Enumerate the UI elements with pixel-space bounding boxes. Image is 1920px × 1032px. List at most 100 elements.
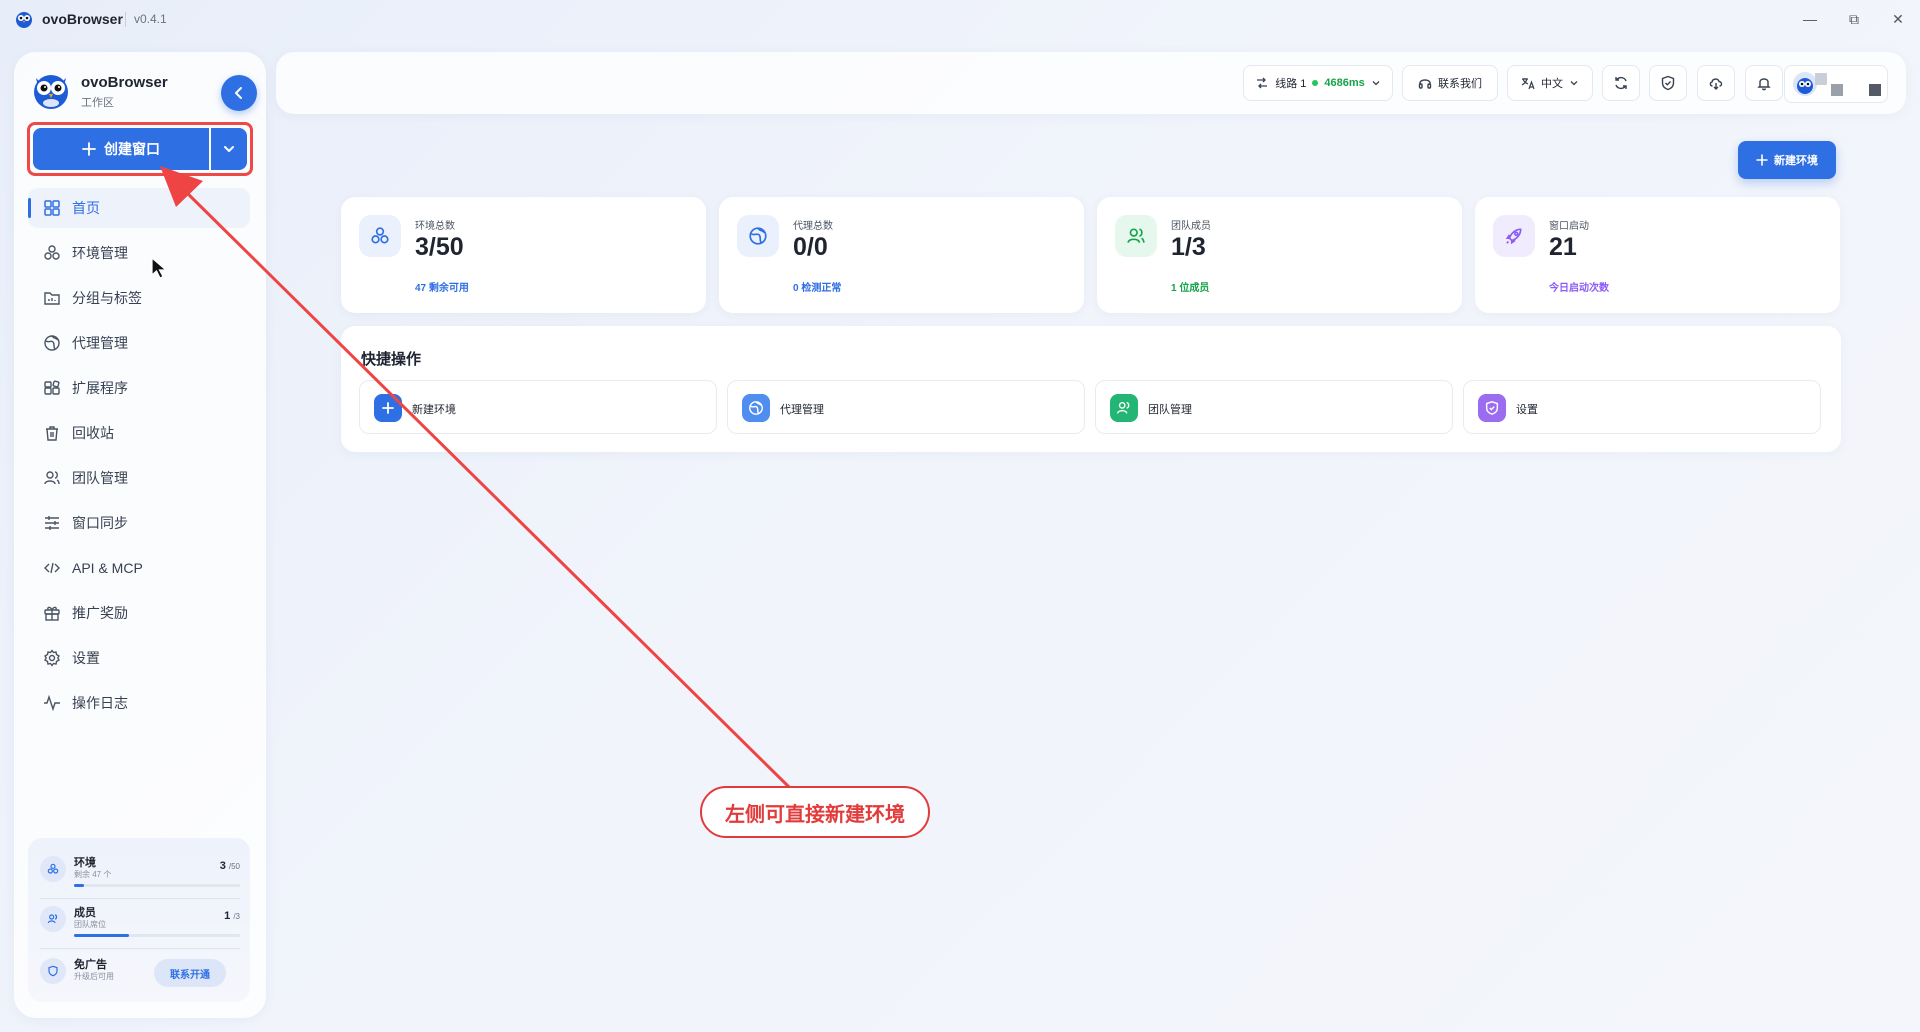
sidebar-item-referral[interactable]: 推广奖励: [28, 593, 250, 633]
refresh-button[interactable]: [1602, 65, 1640, 101]
collapse-sidebar-button[interactable]: [221, 75, 257, 111]
sidebar-item-proxies[interactable]: 代理管理: [28, 323, 250, 363]
sidebar-item-window-sync[interactable]: 窗口同步: [28, 503, 250, 543]
app-logo-icon: [16, 12, 32, 28]
quick-action-new-environment[interactable]: 新建环境: [359, 380, 717, 434]
usage-env-title: 环境: [74, 857, 96, 869]
title-bar: ovoBrowser v0.4.1 — ⧉ ✕: [0, 0, 1920, 38]
users-icon: [1110, 394, 1138, 422]
users-icon: [1115, 215, 1157, 257]
cloud-sync-button[interactable]: [1697, 65, 1735, 101]
stat-card-environments[interactable]: 环境总数 3/50 47 剩余可用: [341, 197, 706, 313]
minimize-button[interactable]: —: [1796, 8, 1824, 30]
mouse-cursor-icon: [151, 256, 168, 279]
create-window-dropdown[interactable]: [211, 128, 247, 170]
security-button[interactable]: [1649, 65, 1687, 101]
sidebar-item-label: 首页: [72, 200, 100, 216]
stat-card-team[interactable]: 团队成员 1/3 1 位成员: [1097, 197, 1462, 313]
avatar-placeholder-block: [1831, 84, 1843, 96]
usage-members-sub: 团队席位: [74, 920, 106, 929]
usage-divider: [40, 948, 240, 949]
usage-env-fill: [74, 884, 84, 887]
sidebar-item-logs[interactable]: 操作日志: [28, 683, 250, 723]
shield-icon: [1478, 394, 1506, 422]
stat-sub: 0 检测正常: [793, 283, 842, 294]
restore-button[interactable]: ⧉: [1840, 8, 1868, 30]
status-dot: [1312, 80, 1319, 86]
stat-sub: 今日启动次数: [1549, 283, 1609, 294]
stat-label: 环境总数: [415, 221, 455, 232]
sidebar-item-team[interactable]: 团队管理: [28, 458, 250, 498]
sidebar-item-api[interactable]: API & MCP: [28, 548, 250, 588]
create-window-highlight: 创建窗口: [27, 122, 253, 176]
stat-sub: 47 剩余可用: [415, 283, 469, 294]
stat-value: 0/0: [793, 233, 828, 261]
cubes-icon: [42, 243, 62, 263]
globe-icon: [42, 333, 62, 353]
stat-card-launches[interactable]: 窗口启动 21 今日启动次数: [1475, 197, 1840, 313]
sidebar-item-label: API & MCP: [72, 560, 143, 576]
sidebar: ovoBrowser 工作区 创建窗口 首页 环境管理 分组与标签 代理管理 扩…: [14, 52, 266, 1018]
usage-env-count: 3 /50: [220, 860, 240, 872]
close-button[interactable]: ✕: [1884, 8, 1912, 30]
sidebar-item-groups[interactable]: 分组与标签: [28, 278, 250, 318]
user-menu[interactable]: [1784, 65, 1888, 103]
create-window-button[interactable]: 创建窗口: [33, 128, 209, 170]
globe-icon: [742, 394, 770, 422]
stat-value: 21: [1549, 233, 1577, 261]
sliders-icon: [42, 513, 62, 533]
bell-icon: [1757, 78, 1771, 91]
route-icon: [1257, 77, 1268, 89]
usage-env-limit: /50: [228, 862, 240, 871]
usage-env-sub: 剩余 47 个: [74, 870, 112, 879]
extension-icon: [42, 378, 62, 398]
usage-members-title: 成员: [74, 907, 96, 919]
language-selector[interactable]: 中文: [1507, 65, 1593, 101]
sidebar-item-label: 团队管理: [72, 470, 128, 486]
title-divider: [125, 12, 126, 27]
create-window-label: 创建窗口: [104, 141, 160, 157]
headset-icon: [1418, 79, 1432, 89]
sidebar-item-label: 扩展程序: [72, 380, 128, 396]
globe-icon: [737, 215, 779, 257]
usage-noads-sub: 升级后可用: [74, 972, 114, 981]
line-label: 线路 1: [1275, 78, 1307, 90]
usage-members-fill: [74, 934, 129, 937]
plus-icon: [374, 394, 402, 422]
gift-icon: [42, 603, 62, 623]
new-environment-label: 新建环境: [1774, 155, 1818, 167]
quick-action-label: 团队管理: [1148, 404, 1192, 416]
sidebar-item-home[interactable]: 首页: [28, 188, 250, 228]
shield-check-icon: [1661, 75, 1675, 91]
sidebar-item-trash[interactable]: 回收站: [28, 413, 250, 453]
stat-label: 团队成员: [1171, 221, 1211, 232]
rocket-icon: [1493, 215, 1535, 257]
quick-action-settings[interactable]: 设置: [1463, 380, 1821, 434]
app-version: v0.4.1: [134, 12, 167, 26]
quick-action-team[interactable]: 团队管理: [1095, 380, 1453, 434]
quick-action-label: 新建环境: [412, 404, 456, 416]
contact-us-button[interactable]: 联系我们: [1402, 65, 1498, 101]
chevron-down-icon: [224, 146, 234, 152]
stat-label: 代理总数: [793, 221, 833, 232]
top-bar: 线路 1 4686ms 联系我们 中文: [276, 52, 1906, 114]
stat-card-proxies[interactable]: 代理总数 0/0 0 检测正常: [719, 197, 1084, 313]
notifications-button[interactable]: [1745, 65, 1783, 101]
plus-icon: [1756, 154, 1768, 166]
quick-action-proxies[interactable]: 代理管理: [727, 380, 1085, 434]
line-selector[interactable]: 线路 1 4686ms: [1243, 65, 1393, 101]
sidebar-item-environments[interactable]: 环境管理: [28, 233, 250, 273]
new-environment-button[interactable]: 新建环境: [1738, 141, 1836, 179]
sidebar-item-extensions[interactable]: 扩展程序: [28, 368, 250, 408]
sidebar-item-settings[interactable]: 设置: [28, 638, 250, 678]
cubes-icon: [359, 215, 401, 257]
stat-value: 1/3: [1171, 233, 1206, 261]
brand-name: ovoBrowser: [81, 74, 168, 91]
sidebar-item-label: 操作日志: [72, 695, 128, 711]
cubes-icon: [40, 856, 66, 882]
workspace-label: 工作区: [81, 97, 114, 109]
chevron-down-icon: [1570, 81, 1578, 86]
sidebar-item-label: 窗口同步: [72, 515, 128, 531]
contact-activate-button[interactable]: 联系开通: [154, 959, 226, 987]
usage-panel: 环境 剩余 47 个 3 /50 成员 团队席位 1 /3 免广告 升级后可用 …: [28, 838, 250, 1002]
